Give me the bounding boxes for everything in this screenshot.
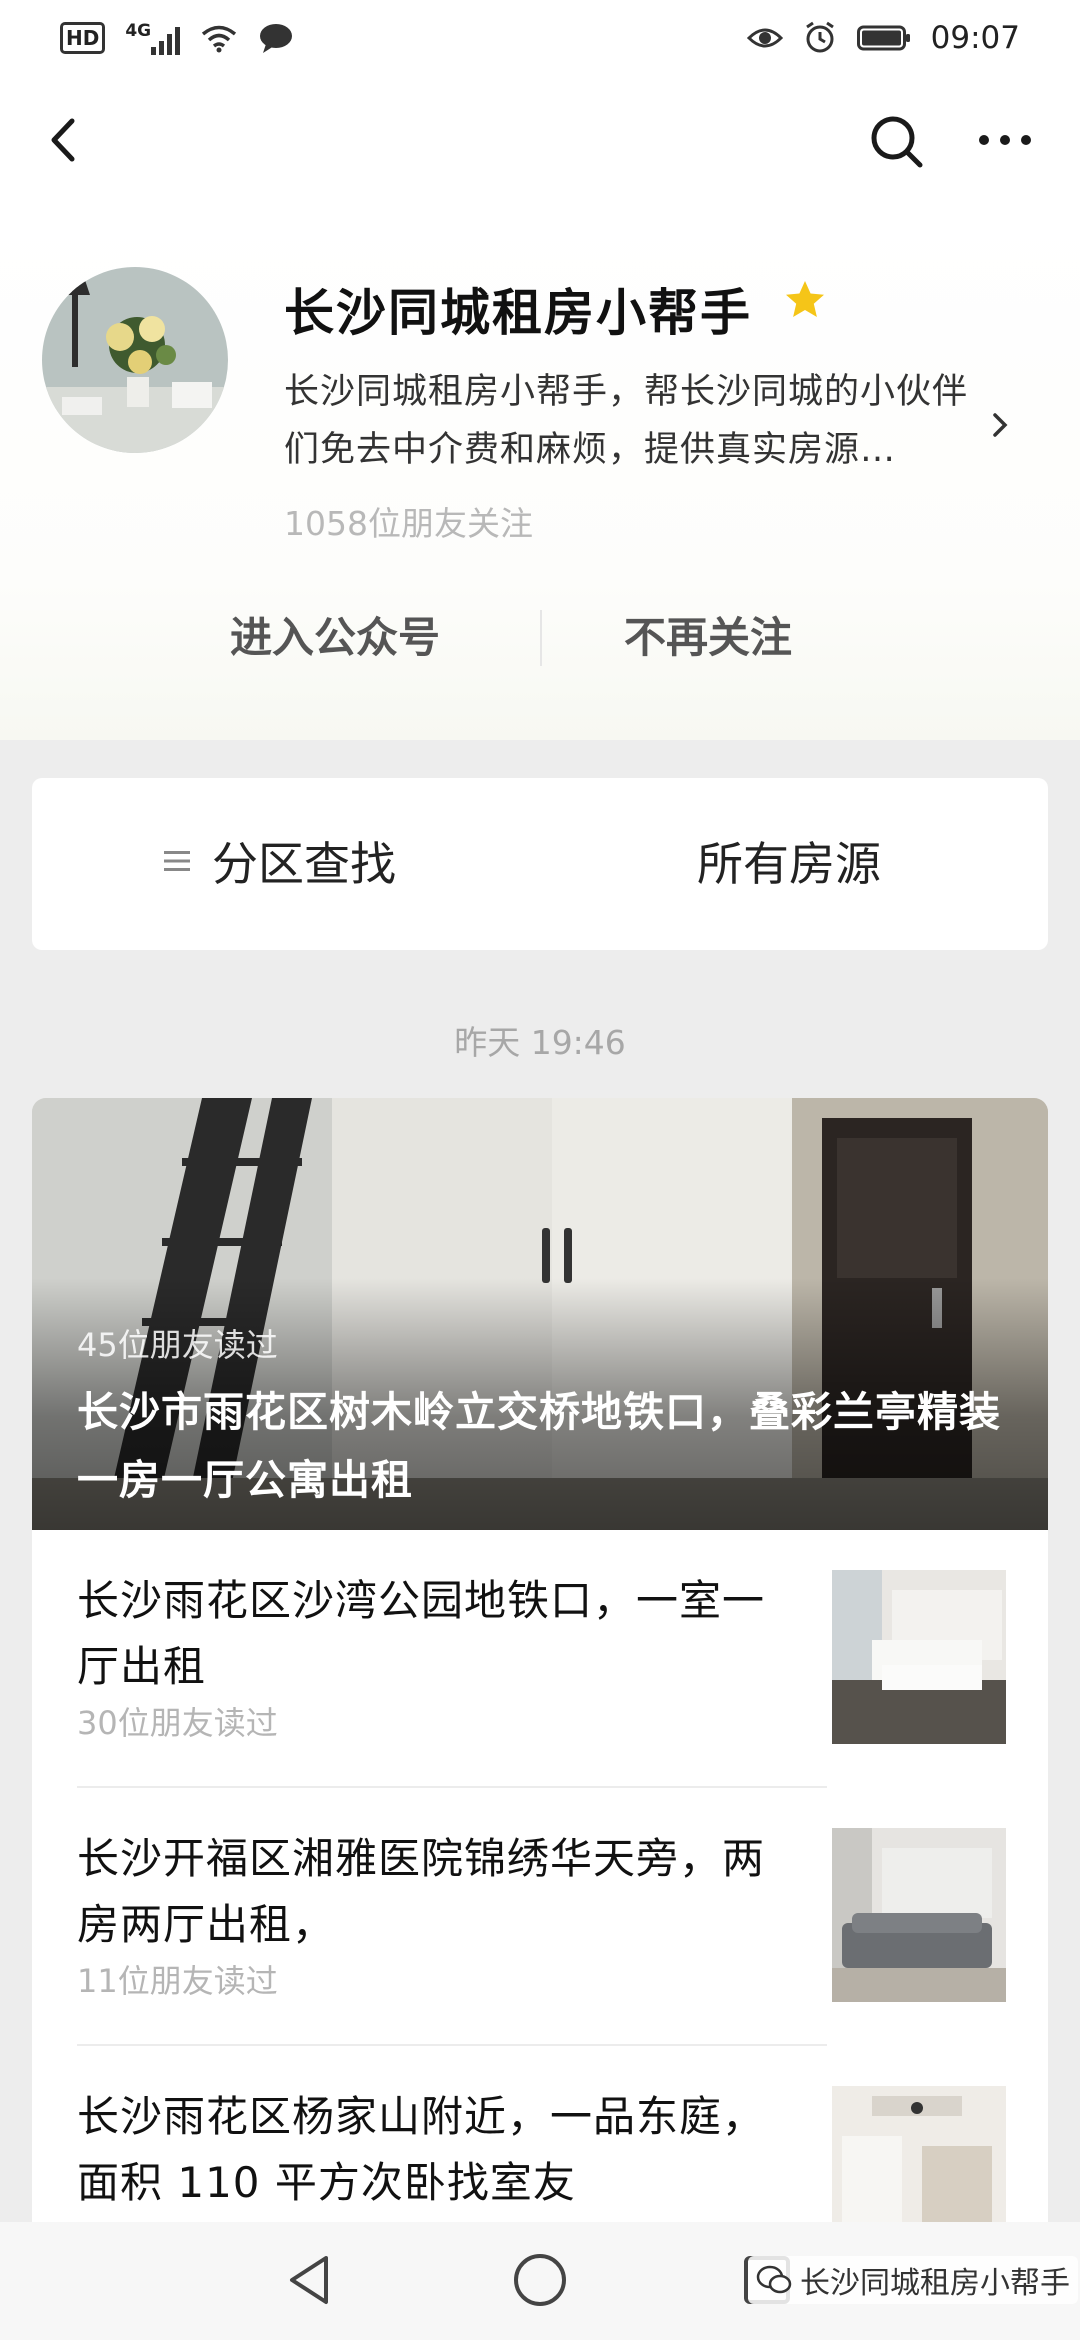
account-profile: 长沙同城租房小帮手 长沙同城租房小帮手，帮长沙同城的小伙伴们免去中介费和麻烦，提… [0, 215, 1080, 740]
account-menu: 分区查找 所有房源 [32, 778, 1048, 950]
message-timestamp: 昨天 19:46 [454, 1023, 626, 1062]
menu-item-label: 分区查找 [212, 837, 396, 891]
account-name: 长沙同城租房小帮手 [284, 284, 752, 342]
unfollow-button[interactable]: 不再关注 [540, 603, 930, 673]
follower-count: 1058位朋友关注 [284, 504, 533, 543]
signal-icon: 4G [125, 20, 181, 55]
article-thumbnail [832, 1570, 1006, 1744]
wechat-icon [756, 2265, 792, 2294]
system-nav-bar: 长沙同城租房小帮手 [0, 2222, 1080, 2340]
hero-title: 长沙市雨花区树木岭立交桥地铁口，叠彩兰亭精装一房一厅公寓出租 [77, 1388, 1001, 1504]
nav-back-icon[interactable] [280, 2250, 340, 2310]
article-title: 长沙雨花区杨家山附近，一品东庭，面积 110 平方次卧找室友 [77, 2092, 766, 2207]
star-icon [786, 281, 824, 317]
clock: 09:07 [930, 19, 1020, 56]
article-feed-card: 45位朋友读过 长沙市雨花区树木岭立交桥地铁口，叠彩兰亭精装一房一厅公寓出租 长… [32, 1098, 1048, 2340]
hd-badge: HD [60, 21, 106, 54]
article-title: 长沙雨花区沙湾公园地铁口，一室一厅出租 [77, 1576, 766, 1691]
article-item[interactable]: 长沙雨花区沙湾公园地铁口，一室一厅出租 30位朋友读过 [32, 1530, 1048, 1788]
chat-bubble-icon [260, 23, 293, 53]
wifi-icon [202, 25, 237, 52]
menu-list-icon [164, 851, 190, 871]
article-read-count: 30位朋友读过 [77, 1704, 278, 1742]
status-right: 09:07 [746, 19, 1020, 56]
status-bar: HD 4G 09:07 [0, 0, 1080, 75]
network-type-label: 4G [125, 20, 152, 41]
more-horizontal-icon[interactable] [970, 105, 1040, 175]
alarm-icon [805, 21, 834, 52]
nav-home-icon[interactable] [508, 2248, 572, 2312]
enter-account-button[interactable]: 进入公众号 [150, 603, 540, 673]
menu-item-all-listings[interactable]: 所有房源 [697, 828, 881, 894]
account-description[interactable]: 长沙同城租房小帮手，帮长沙同城的小伙伴们免去中介费和麻烦，提供真实房源… [284, 363, 974, 479]
watermark-text: 长沙同城租房小帮手 [800, 2266, 1070, 2301]
battery-icon [856, 25, 910, 50]
hero-read-count: 45位朋友读过 [77, 1326, 278, 1364]
article-thumbnail [832, 1828, 1006, 2002]
article-title: 长沙开福区湘雅医院锦绣华天旁，两房两厅出租， [77, 1834, 766, 1949]
menu-item-label: 所有房源 [697, 837, 881, 891]
article-read-count: 11位朋友读过 [77, 1962, 278, 2000]
avatar[interactable] [42, 267, 228, 453]
menu-item-district-search[interactable]: 分区查找 [162, 828, 396, 894]
article-item[interactable]: 长沙开福区湘雅医院锦绣华天旁，两房两厅出租， 11位朋友读过 [32, 1788, 1048, 2046]
status-left: HD 4G [60, 21, 294, 55]
top-nav-bar [0, 75, 1080, 215]
chevron-left-icon[interactable] [30, 105, 100, 175]
chevron-right-icon[interactable] [985, 405, 1015, 445]
watermark: 长沙同城租房小帮手 [748, 2256, 1078, 2304]
hero-article[interactable]: 45位朋友读过 长沙市雨花区树木岭立交桥地铁口，叠彩兰亭精装一房一厅公寓出租 [32, 1098, 1048, 1530]
eye-icon [746, 28, 783, 47]
search-icon[interactable] [862, 107, 932, 177]
